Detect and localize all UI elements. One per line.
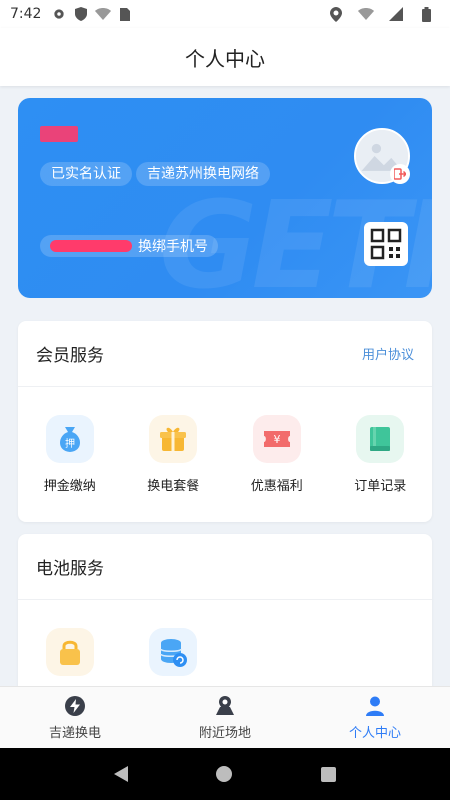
- battery-icon: [418, 6, 434, 22]
- qr-code-icon: [370, 228, 402, 260]
- battery-services-grid: [18, 600, 432, 676]
- member-services-header: 会员服务 用户协议: [18, 321, 432, 387]
- user-agreement-link[interactable]: 用户协议: [362, 344, 414, 363]
- lock-icon: [45, 628, 94, 676]
- verified-tag: 已实名认证: [40, 162, 132, 186]
- tab-battery-swap-label: 吉递换电: [48, 726, 101, 741]
- logout-icon[interactable]: [390, 164, 410, 184]
- shield-icon: [73, 6, 89, 22]
- tab-nearby-sites[interactable]: 附近场地: [150, 687, 300, 748]
- bottom-tab-bar: 吉递换电 附近场地 个人中心: [0, 686, 450, 748]
- redacted-username: [40, 126, 78, 142]
- app-header: 个人中心: [0, 28, 450, 86]
- wifi-question-icon: [95, 6, 112, 22]
- database-sync-icon: [149, 628, 198, 676]
- battery-services-card: 电池服务: [18, 534, 432, 694]
- battery-lock-button[interactable]: [18, 628, 122, 676]
- network-tag: 吉递苏州换电网络: [136, 162, 270, 186]
- home-icon[interactable]: [216, 766, 233, 782]
- tab-profile-label: 个人中心: [348, 726, 401, 741]
- discount-benefits-label: 优惠福利: [250, 479, 303, 494]
- map-pin-icon: [213, 694, 237, 718]
- order-history-button[interactable]: 订单记录: [329, 415, 433, 494]
- settings-gear-icon: [51, 6, 67, 22]
- member-services-card: 会员服务 用户协议 押 押金缴纳 换电套餐 ¥ 优惠福利 订单记录: [18, 321, 432, 522]
- system-nav-bar: [0, 748, 450, 800]
- order-history-label: 订单记录: [354, 479, 407, 494]
- coupon-icon: ¥: [252, 415, 301, 463]
- wifi-off-icon: [358, 6, 374, 22]
- book-icon: [356, 415, 405, 463]
- qr-code-button[interactable]: [364, 222, 408, 266]
- recent-apps-icon[interactable]: [320, 766, 336, 782]
- change-phone-link[interactable]: 换绑手机号: [138, 236, 208, 256]
- svg-text:¥: ¥: [273, 433, 280, 446]
- deposit-button[interactable]: 押 押金缴纳: [18, 415, 122, 494]
- lightning-icon: [63, 694, 87, 718]
- tab-battery-swap[interactable]: 吉递换电: [0, 687, 150, 748]
- battery-services-title: 电池服务: [36, 559, 104, 579]
- member-services-title: 会员服务: [36, 346, 104, 366]
- battery-services-header: 电池服务: [18, 534, 432, 600]
- profile-card: GETI 已实名认证 吉递苏州换电网络 换绑手机号: [18, 98, 432, 298]
- member-services-grid: 押 押金缴纳 换电套餐 ¥ 优惠福利 订单记录: [18, 387, 432, 494]
- redacted-phone-number: [50, 240, 132, 252]
- battery-data-button[interactable]: [122, 628, 226, 676]
- status-bar: 7:42: [0, 0, 450, 28]
- gift-box-icon: [149, 415, 198, 463]
- back-icon[interactable]: [114, 766, 129, 782]
- person-icon: [363, 694, 387, 718]
- tab-profile[interactable]: 个人中心: [300, 687, 450, 748]
- phone-change-row[interactable]: 换绑手机号: [40, 235, 218, 257]
- battery-plan-label: 换电套餐: [147, 479, 200, 494]
- location-icon: [328, 6, 344, 22]
- page-title: 个人中心: [185, 46, 265, 71]
- signal-icon: [388, 6, 404, 22]
- svg-text:押: 押: [65, 437, 75, 450]
- battery-plan-button[interactable]: 换电套餐: [122, 415, 226, 494]
- tab-nearby-sites-label: 附近场地: [198, 726, 251, 741]
- sim-card-icon: [117, 6, 133, 22]
- deposit-label: 押金缴纳: [43, 479, 96, 494]
- status-time: 7:42: [10, 6, 42, 22]
- deposit-bag-icon: 押: [45, 415, 94, 463]
- discount-benefits-button[interactable]: ¥ 优惠福利: [225, 415, 329, 494]
